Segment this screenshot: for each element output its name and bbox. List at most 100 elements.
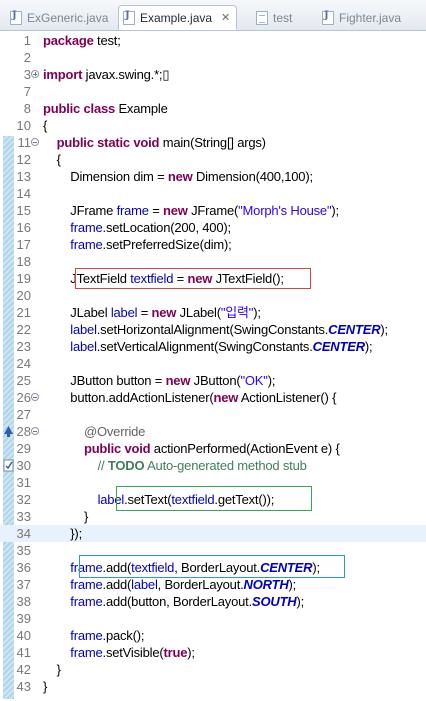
- line-number: 41: [16, 645, 31, 660]
- line-number: 23: [16, 339, 31, 354]
- code-line[interactable]: 13 Dimension dim = new Dimension(400,100…: [0, 168, 426, 185]
- collapse-fold-icon[interactable]: [31, 393, 39, 401]
- code-text: label.setHorizontalAlignment(SwingConsta…: [70, 322, 388, 337]
- code-line[interactable]: 14: [0, 185, 426, 202]
- code-line[interactable]: 16 frame.setLocation(200, 400);: [0, 219, 426, 236]
- code-line[interactable]: 37 frame.add(label, BorderLayout.NORTH);: [0, 576, 426, 593]
- collapse-fold-icon[interactable]: [31, 138, 39, 146]
- code-text: Dimension dim = new Dimension(400,100);: [43, 169, 313, 184]
- line-number: 26: [16, 390, 31, 405]
- code-text: }: [43, 509, 89, 524]
- line-number: 25: [16, 373, 31, 388]
- code-line[interactable]: 7: [0, 83, 426, 100]
- line-number: 31: [16, 475, 31, 490]
- tab-label: Fighter.java: [339, 10, 402, 25]
- line-number: 22: [16, 322, 31, 337]
- line-number: 17: [16, 237, 31, 252]
- tab-exgeneric[interactable]: ExGeneric.java: [10, 5, 108, 30]
- code-line[interactable]: 24: [0, 355, 426, 372]
- code-text: label.setVerticalAlignment(SwingConstant…: [70, 339, 373, 354]
- override-marker-icon[interactable]: [3, 425, 14, 438]
- java-file-icon: [322, 10, 334, 25]
- line-number: 15: [16, 203, 31, 218]
- editor-tab-bar: ExGeneric.java Example.java ✕ test Fight…: [0, 0, 426, 31]
- code-text: }: [43, 662, 61, 677]
- line-number: 20: [16, 288, 31, 303]
- code-line[interactable]: 38 frame.add(button, BorderLayout.SOUTH)…: [0, 593, 426, 610]
- code-text: JFrame frame = new JFrame("Morph's House…: [43, 203, 339, 218]
- tab-label: ExGeneric.java: [27, 10, 109, 25]
- highlight-box-frame-add: [79, 555, 345, 578]
- code-line[interactable]: 3 import javax.swing.*;▯: [0, 66, 426, 83]
- code-line[interactable]: 43}: [0, 678, 426, 695]
- code-text: package test;: [43, 33, 121, 48]
- line-number: 11: [17, 135, 32, 150]
- line-number: 24: [16, 356, 31, 371]
- code-line[interactable]: 25 JButton button = new JButton("OK");: [0, 372, 426, 389]
- line-number: 2: [23, 50, 31, 65]
- tab-label: test: [273, 10, 293, 25]
- tab-test[interactable]: test: [256, 5, 292, 30]
- line-number: 14: [16, 186, 31, 201]
- line-number: 30: [16, 458, 31, 473]
- line-number: 19: [16, 271, 31, 286]
- highlight-box-textfield: [75, 268, 311, 289]
- line-number: 3: [23, 67, 31, 82]
- code-line[interactable]: 27: [0, 406, 426, 423]
- code-line[interactable]: 26 button.addActionListener(new ActionLi…: [0, 389, 426, 406]
- code-text: // TODO Auto-generated method stub: [97, 458, 307, 473]
- collapse-fold-icon[interactable]: [31, 427, 39, 435]
- line-number: 33: [16, 509, 31, 524]
- line-number: 1: [23, 33, 31, 48]
- close-icon[interactable]: ✕: [221, 11, 230, 24]
- code-text: frame.add(label, BorderLayout.NORTH);: [70, 577, 297, 592]
- line-number: 10: [16, 118, 31, 133]
- tab-fighter[interactable]: Fighter.java: [322, 5, 401, 30]
- highlight-box-settext: [116, 486, 312, 511]
- task-marker-icon[interactable]: [3, 459, 14, 472]
- code-editor[interactable]: 1 package test; 2 3 import javax.swing.*;▯ 7 8…: [0, 31, 426, 701]
- line-number: 39: [16, 611, 31, 626]
- line-number: 38: [16, 594, 31, 609]
- code-line[interactable]: 15 JFrame frame = new JFrame("Morph's Ho…: [0, 202, 426, 219]
- line-number: 29: [16, 441, 31, 456]
- line-number: 7: [23, 84, 31, 99]
- line-number: 43: [16, 679, 31, 694]
- code-line[interactable]: 20: [0, 287, 426, 304]
- code-line[interactable]: 12 {: [0, 151, 426, 168]
- code-line[interactable]: 34 });: [0, 525, 426, 542]
- code-text: frame.add(button, BorderLayout.SOUTH);: [70, 594, 305, 609]
- line-number: 12: [16, 152, 31, 167]
- line-number: 32: [16, 492, 31, 507]
- line-number: 21: [16, 305, 31, 320]
- code-text: @Override: [83, 424, 146, 439]
- code-line[interactable]: 30 // TODO Auto-generated method stub: [0, 457, 426, 474]
- code-line[interactable]: 8 public class Example: [0, 100, 426, 117]
- line-number: 40: [16, 628, 31, 643]
- code-text: frame.setLocation(200, 400);: [70, 220, 231, 235]
- code-line[interactable]: 28 @Override: [0, 423, 426, 440]
- code-text: });: [43, 526, 82, 541]
- code-line[interactable]: 11 public static void main(String[] args…: [0, 134, 426, 151]
- code-line[interactable]: 39: [0, 610, 426, 627]
- code-line[interactable]: 2: [0, 49, 426, 66]
- text-file-icon: [256, 10, 268, 25]
- code-line[interactable]: 22 label.setHorizontalAlignment(SwingCon…: [0, 321, 426, 338]
- code-text: import javax.swing.*;▯: [43, 67, 170, 82]
- code-text: frame.setPreferredSize(dim);: [70, 237, 232, 252]
- code-line[interactable]: 42 }: [0, 661, 426, 678]
- code-line[interactable]: 21 JLabel label = new JLabel("입력");: [0, 304, 426, 321]
- java-file-icon: [123, 10, 135, 25]
- code-text: JLabel label = new JLabel("입력");: [43, 305, 261, 320]
- code-line[interactable]: 17 frame.setPreferredSize(dim);: [0, 236, 426, 253]
- code-line[interactable]: 10 {: [0, 117, 426, 134]
- tab-example[interactable]: Example.java ✕: [118, 5, 238, 30]
- code-line[interactable]: 23 label.setVerticalAlignment(SwingConst…: [0, 338, 426, 355]
- line-number: 42: [16, 662, 31, 677]
- code-line[interactable]: 40 frame.pack();: [0, 627, 426, 644]
- line-number: 13: [16, 169, 31, 184]
- code-line[interactable]: 29 public void actionPerformed(ActionEve…: [0, 440, 426, 457]
- expand-fold-icon[interactable]: [31, 70, 39, 78]
- code-line[interactable]: 1 package test;: [0, 32, 426, 49]
- code-line[interactable]: 41 frame.setVisible(true);: [0, 644, 426, 661]
